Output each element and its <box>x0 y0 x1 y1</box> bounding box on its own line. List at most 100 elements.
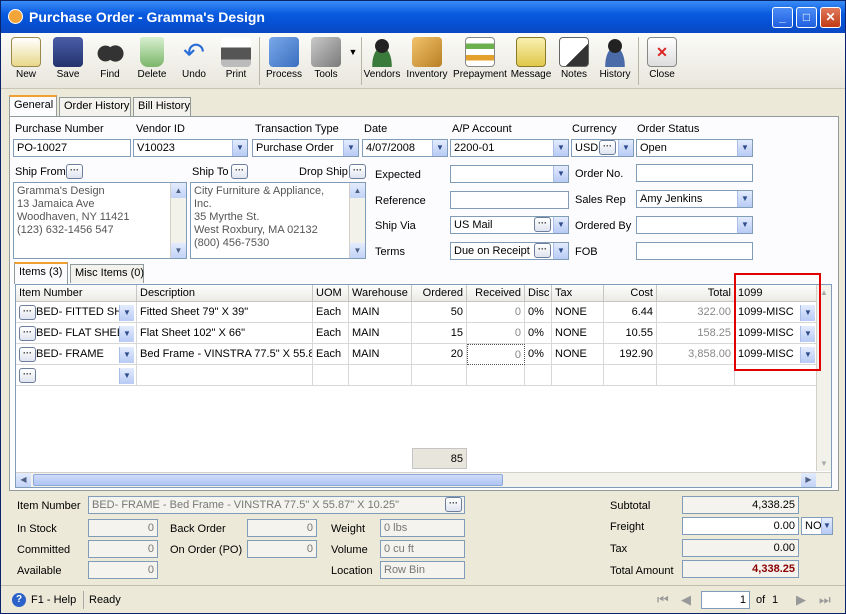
delete-button[interactable]: Delete <box>133 35 171 87</box>
purchase-number-field[interactable]: PO-10027 <box>13 139 131 157</box>
table-row-disc[interactable]: 0% <box>525 323 552 344</box>
tab-items[interactable]: Items (3) <box>14 262 68 284</box>
next-page-icon[interactable]: ▶ <box>796 592 806 608</box>
column-header[interactable]: UOM <box>313 285 349 302</box>
column-header[interactable]: Item Number <box>16 285 137 302</box>
drop-ship-lookup-icon[interactable]: ··· <box>349 164 366 179</box>
ship-to-lookup-icon[interactable]: ··· <box>231 164 248 179</box>
tab-general[interactable]: General <box>9 95 57 117</box>
terms-lookup-icon[interactable]: ··· <box>534 243 551 258</box>
notes-button[interactable]: Notes <box>555 35 593 87</box>
prepayment-button[interactable]: Prepayment <box>453 35 507 87</box>
find-button[interactable]: Find <box>91 35 129 87</box>
table-row-description[interactable]: Flat Sheet 102" X 66" <box>137 323 313 344</box>
new-button[interactable]: New <box>7 35 45 87</box>
table-row-warehouse[interactable]: MAIN <box>349 323 412 344</box>
order-status-combo[interactable]: Open ▼ <box>636 139 753 157</box>
ship-to-scrollbar[interactable]: ▲ ▼ <box>349 183 365 258</box>
vendor-id-combo[interactable]: V10023 ▼ <box>133 139 248 157</box>
grid-horizontal-scrollbar[interactable]: ◀ ▶ <box>16 472 831 487</box>
column-header[interactable]: Warehouse <box>349 285 412 302</box>
process-button[interactable]: Process <box>263 35 305 87</box>
new-row-cell[interactable] <box>313 365 349 386</box>
reference-field[interactable] <box>450 191 569 209</box>
freight-field[interactable]: 0.00 <box>682 517 799 535</box>
table-row-tax[interactable]: NONE <box>552 323 604 344</box>
first-page-icon[interactable]: ⏮ <box>657 592 669 608</box>
chevron-down-icon[interactable]: ▼ <box>119 347 134 363</box>
sales-rep-combo[interactable]: Amy Jenkins ▼ <box>636 190 753 208</box>
chevron-down-icon[interactable]: ▼ <box>618 140 633 156</box>
column-header[interactable]: Received <box>467 285 525 302</box>
table-row-warehouse[interactable]: MAIN <box>349 302 412 323</box>
chevron-down-icon[interactable]: ▼ <box>737 191 752 207</box>
chevron-down-icon[interactable]: ▼ <box>232 140 247 156</box>
column-header[interactable]: Disc <box>525 285 552 302</box>
help-hint[interactable]: F1 - Help <box>31 594 76 606</box>
new-row-cell[interactable] <box>349 365 412 386</box>
print-button[interactable]: Print <box>217 35 255 87</box>
page-number-input[interactable]: 1 <box>701 591 750 609</box>
chevron-down-icon[interactable]: ▼ <box>119 326 134 342</box>
scroll-up-icon[interactable]: ▲ <box>171 183 186 198</box>
chevron-down-icon[interactable]: ▼ <box>821 518 832 534</box>
table-row-uom[interactable]: Each <box>313 302 349 323</box>
chevron-down-icon[interactable]: ▼ <box>737 217 752 233</box>
table-row-received[interactable]: 0 <box>467 302 525 323</box>
table-row-warehouse[interactable]: MAIN <box>349 344 412 365</box>
help-icon[interactable]: ? <box>12 593 26 607</box>
date-picker[interactable]: 4/07/2008 ▼ <box>362 139 448 157</box>
message-button[interactable]: Message <box>509 35 553 87</box>
table-row-total[interactable]: 322.00 <box>657 302 735 323</box>
new-row-cell[interactable] <box>657 365 735 386</box>
tab-misc-items[interactable]: Misc Items (0) <box>70 264 144 283</box>
table-row-tax[interactable]: NONE <box>552 302 604 323</box>
table-row-tax[interactable]: NONE <box>552 344 604 365</box>
chevron-down-icon[interactable]: ▼ <box>553 217 568 233</box>
chevron-down-icon[interactable]: ▼ <box>432 140 447 156</box>
table-row-disc[interactable]: 0% <box>525 344 552 365</box>
table-row-cost[interactable]: 6.44 <box>604 302 657 323</box>
column-header[interactable]: Description <box>137 285 313 302</box>
items-grid[interactable]: Item Number Description UOM Warehouse Or… <box>15 284 832 488</box>
ship-from-scrollbar[interactable]: ▲ ▼ <box>170 183 186 258</box>
table-row-received[interactable]: 0 <box>467 344 525 365</box>
close-button[interactable]: ✕ Close <box>643 35 681 87</box>
new-row-cell[interactable] <box>604 365 657 386</box>
ship-from-address[interactable]: Gramma's Design 13 Jamaica Ave Woodhaven… <box>13 182 187 259</box>
ship-via-lookup-icon[interactable]: ··· <box>534 217 551 232</box>
currency-lookup-icon[interactable]: ··· <box>599 140 616 155</box>
table-row-uom[interactable]: Each <box>313 323 349 344</box>
chevron-down-icon[interactable]: ▼ <box>553 243 568 259</box>
table-row-ordered[interactable]: 20 <box>412 344 467 365</box>
scroll-left-icon[interactable]: ◀ <box>16 473 31 487</box>
previous-page-icon[interactable]: ◀ <box>681 592 691 608</box>
table-row-description[interactable]: Fitted Sheet 79" X 39" <box>137 302 313 323</box>
inventory-button[interactable]: Inventory <box>405 35 449 87</box>
table-row-received[interactable]: 0 <box>467 323 525 344</box>
scroll-down-icon[interactable]: ▼ <box>817 456 831 471</box>
chevron-down-icon[interactable]: ▼ <box>553 140 568 156</box>
order-no-field[interactable] <box>636 164 753 182</box>
new-row-cell[interactable] <box>467 365 525 386</box>
tools-dropdown-button[interactable]: ▼ <box>347 35 359 87</box>
scroll-up-icon[interactable]: ▲ <box>350 183 365 198</box>
chevron-down-icon[interactable]: ▼ <box>737 140 752 156</box>
scroll-thumb[interactable] <box>33 474 503 486</box>
expected-date-picker[interactable]: ▼ <box>450 165 569 183</box>
item-lookup-icon[interactable]: ··· <box>19 347 36 362</box>
item-detail-lookup-icon[interactable]: ··· <box>445 497 462 512</box>
maximize-button[interactable]: □ <box>796 7 817 28</box>
currency-combo[interactable]: USD ··· ▼ <box>571 139 634 157</box>
new-row-cell[interactable] <box>137 365 313 386</box>
table-row-description[interactable]: Bed Frame - VINSTRA 77.5" X 55.87 <box>137 344 313 365</box>
chevron-down-icon[interactable]: ▼ <box>119 305 134 321</box>
column-header[interactable]: Ordered <box>412 285 467 302</box>
tab-order-history[interactable]: Order History <box>59 97 131 116</box>
ap-account-combo[interactable]: 2200-01 ▼ <box>450 139 569 157</box>
tab-bill-history[interactable]: Bill History <box>133 97 191 116</box>
new-row-cell[interactable] <box>552 365 604 386</box>
column-header[interactable]: Total <box>657 285 735 302</box>
table-row-total[interactable]: 158.25 <box>657 323 735 344</box>
vendors-button[interactable]: Vendors <box>363 35 401 87</box>
